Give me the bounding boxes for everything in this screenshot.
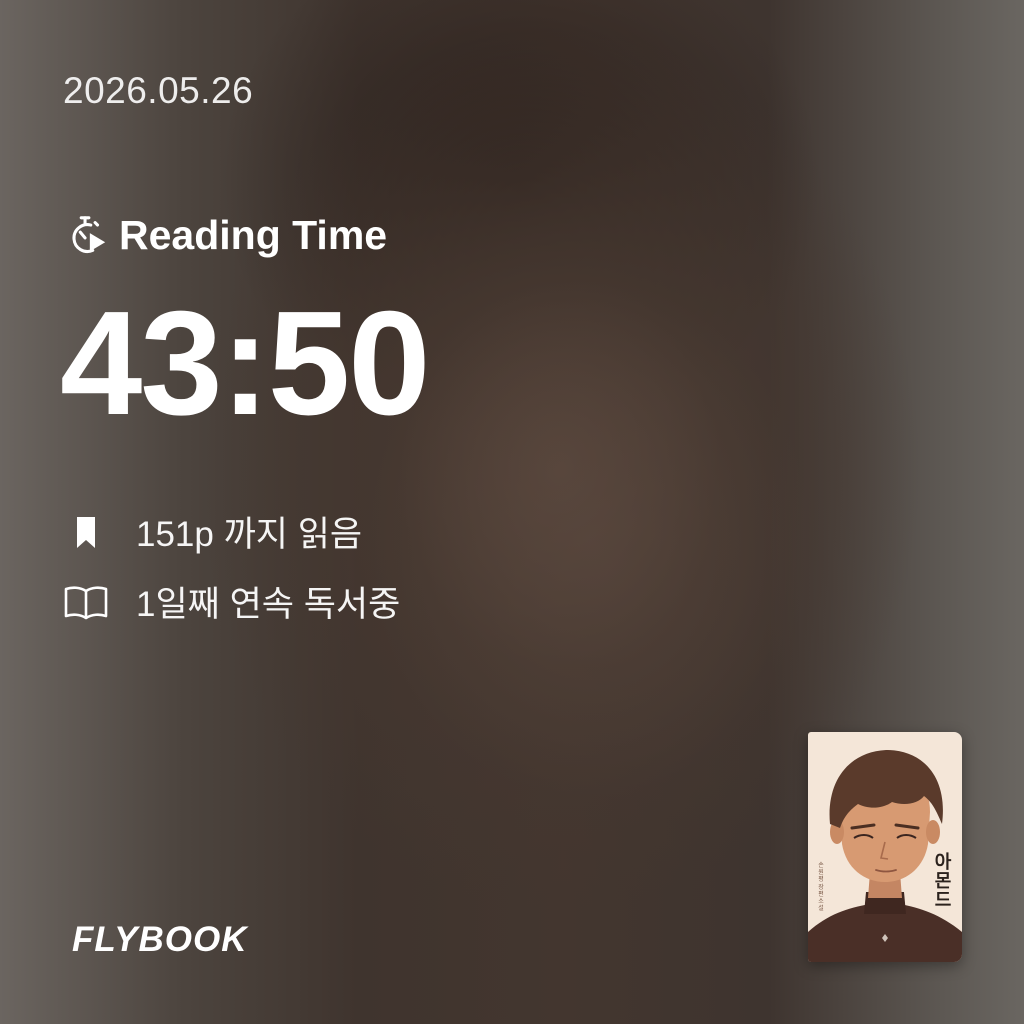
- flybook-logo: FLYBOOK: [72, 920, 248, 959]
- reading-streak-text: 1일째 연속 독서중: [136, 585, 401, 624]
- pages-read-text: 151p 까지 읽음: [136, 515, 363, 554]
- pages-read-row: 151p 까지 읽음: [63, 506, 362, 557]
- book-title: 아몬드: [934, 852, 952, 911]
- reading-streak-row: 1일째 연속 독서중: [63, 576, 400, 627]
- stopwatch-play-icon: [63, 213, 109, 259]
- book-cover-illustration: [808, 750, 962, 962]
- book-subtitle: 손원평 장편소설: [818, 862, 824, 913]
- book-cover: 손원평 장편소설 아몬드: [808, 732, 962, 962]
- date-label: 2026.05.26: [63, 70, 254, 111]
- bookmark-icon: [63, 512, 109, 552]
- reading-share-card: 2026.05.26 Reading Time 43:50 151p 까지 읽음: [0, 0, 1024, 1024]
- reading-time-header: Reading Time: [63, 212, 387, 259]
- open-book-icon: [63, 582, 109, 622]
- reading-time-value: 43:50: [60, 281, 431, 446]
- reading-time-label: Reading Time: [119, 212, 388, 258]
